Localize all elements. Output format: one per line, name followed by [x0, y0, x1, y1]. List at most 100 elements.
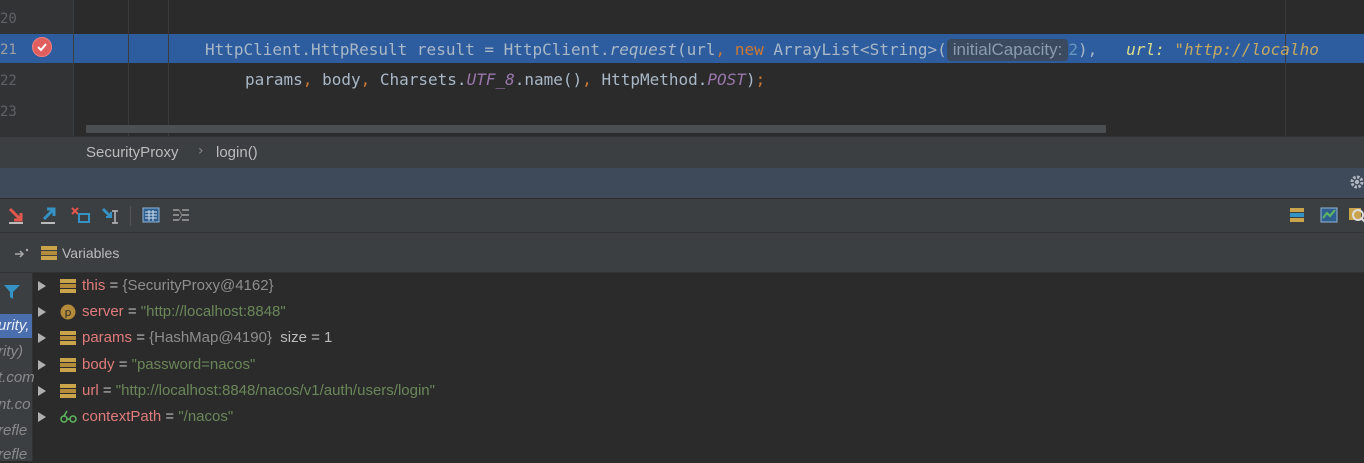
- code-punct: ;: [755, 70, 766, 89]
- settings-view-icon[interactable]: [1318, 205, 1340, 225]
- variables-title: Variables: [62, 245, 120, 261]
- debug-inline-hint-label: url:: [1126, 40, 1175, 59]
- code-text: ),: [1078, 40, 1098, 59]
- variable-row[interactable]: url = "http://localhost:8848/nacos/v1/au…: [34, 379, 1364, 405]
- line-number: 23: [0, 104, 17, 120]
- trace-stream-icon[interactable]: [170, 205, 192, 225]
- filter-icon[interactable]: [2, 283, 22, 305]
- code-text: .name(): [514, 70, 583, 89]
- code-punct: ,: [302, 70, 323, 89]
- indent-guide: [168, 0, 169, 136]
- code-line-21[interactable]: HttpClient.HttpResult result = HttpClien…: [205, 39, 1319, 61]
- breadcrumb: SecurityProxy › login(): [0, 136, 1364, 168]
- frame-item[interactable]: nt.co: [0, 396, 31, 413]
- parameter-inlay-hint: initialCapacity:: [946, 39, 1069, 61]
- frame-item[interactable]: rity): [0, 343, 23, 360]
- frame-item[interactable]: refle: [0, 422, 27, 439]
- field-icon: [60, 357, 76, 373]
- code-punct: ,: [582, 70, 602, 89]
- search-icon[interactable]: [1348, 205, 1364, 225]
- variable-equals: =: [114, 356, 132, 373]
- variable-row[interactable]: p server = "http://localhost:8848": [34, 300, 1364, 326]
- step-out-icon[interactable]: [38, 205, 60, 225]
- variable-equals: =: [132, 329, 150, 346]
- constant-ref: POST: [707, 70, 746, 89]
- drop-frame-icon[interactable]: [70, 205, 92, 225]
- variable-equals: =: [161, 408, 179, 425]
- variables-panel-header: [0, 233, 1364, 273]
- field-icon: [60, 330, 76, 346]
- variable-value: "http://localhost:8848/nacos/v1/auth/use…: [115, 382, 435, 399]
- line-number: 21: [0, 42, 17, 58]
- expand-arrow-icon[interactable]: [38, 281, 46, 291]
- variable-name: server: [82, 303, 124, 320]
- evaluate-expression-icon[interactable]: [140, 205, 162, 225]
- variable-row[interactable]: params = {HashMap@4190} size = 1: [34, 326, 1364, 352]
- frame-item[interactable]: t.com: [0, 369, 35, 386]
- code-editor[interactable]: [0, 0, 1364, 136]
- toolbar-separator: [130, 206, 131, 226]
- code-text: HttpMethod.: [601, 70, 708, 89]
- code-text: ArrayList<String>(: [763, 40, 947, 59]
- variable-name: params: [82, 329, 133, 346]
- run-to-cursor-icon[interactable]: [100, 205, 122, 225]
- expand-arrow-icon[interactable]: [38, 360, 46, 370]
- code-text: ): [745, 70, 756, 89]
- variable-value: "/nacos": [178, 408, 234, 425]
- debugger-toolbar: [0, 199, 1364, 233]
- code-text: (url: [677, 40, 716, 59]
- variable-value: "password=nacos": [131, 356, 256, 373]
- frame-item[interactable]: urity,: [0, 317, 29, 334]
- debug-inline-hint-value: "http://localho: [1174, 40, 1319, 59]
- variable-row[interactable]: this = {SecurityProxy@4162}: [34, 274, 1364, 300]
- variable-value: {HashMap@4190}: [149, 329, 272, 346]
- method-call: request: [609, 40, 678, 59]
- indent-guide: [128, 0, 129, 136]
- keyword-new: new: [734, 40, 764, 59]
- frame-item[interactable]: refle: [0, 446, 27, 463]
- right-margin-guide: [1285, 0, 1286, 136]
- horizontal-scrollbar[interactable]: [86, 125, 1106, 133]
- code-text: params: [245, 70, 303, 89]
- restore-pin-icon[interactable]: [14, 246, 30, 265]
- variable-value: {SecurityProxy@4162}: [122, 277, 274, 294]
- code-text: HttpClient.HttpResult result = HttpClien…: [205, 40, 610, 59]
- debug-tool-window-header: [0, 168, 1364, 199]
- watch-glasses-icon: [60, 409, 77, 425]
- restore-layout-icon[interactable]: [1286, 205, 1308, 225]
- code-punct: ,: [360, 70, 380, 89]
- code-line-22[interactable]: params, body, Charsets.UTF_8.name(), Htt…: [245, 70, 765, 89]
- parameter-p-icon: p: [60, 304, 76, 320]
- code-text: body: [322, 70, 361, 89]
- variable-equals: =: [105, 277, 123, 294]
- variable-name: url: [82, 382, 99, 399]
- gear-icon[interactable]: [1348, 174, 1364, 190]
- expand-arrow-icon[interactable]: [38, 412, 46, 422]
- variable-extra: size = 1: [271, 329, 333, 346]
- variable-equals: =: [98, 382, 116, 399]
- breadcrumb-class[interactable]: SecurityProxy: [86, 144, 179, 161]
- breakpoint-icon[interactable]: [32, 37, 52, 57]
- variable-row[interactable]: body = "password=nacos": [34, 353, 1364, 379]
- variables-icon: [40, 244, 58, 266]
- variable-name: this: [82, 277, 106, 294]
- code-text: Charsets.: [379, 70, 467, 89]
- variable-name: contextPath: [82, 408, 162, 425]
- breadcrumb-separator: ›: [198, 143, 204, 159]
- variable-name: body: [82, 356, 115, 373]
- code-punct: ,: [715, 40, 735, 59]
- step-into-icon[interactable]: [6, 205, 28, 225]
- breadcrumb-method[interactable]: login(): [216, 144, 258, 161]
- field-icon: [60, 278, 76, 294]
- svg-text:p: p: [65, 306, 72, 319]
- number-literal: 2: [1068, 40, 1078, 59]
- line-number: 22: [0, 73, 17, 89]
- expand-arrow-icon[interactable]: [38, 386, 46, 396]
- expand-arrow-icon[interactable]: [38, 307, 46, 317]
- constant-ref: UTF_8: [466, 70, 515, 89]
- field-icon: [60, 383, 76, 399]
- expand-arrow-icon[interactable]: [38, 333, 46, 343]
- line-number: 20: [0, 11, 17, 27]
- variable-equals: =: [123, 303, 141, 320]
- variable-row[interactable]: contextPath = "/nacos": [34, 405, 1364, 431]
